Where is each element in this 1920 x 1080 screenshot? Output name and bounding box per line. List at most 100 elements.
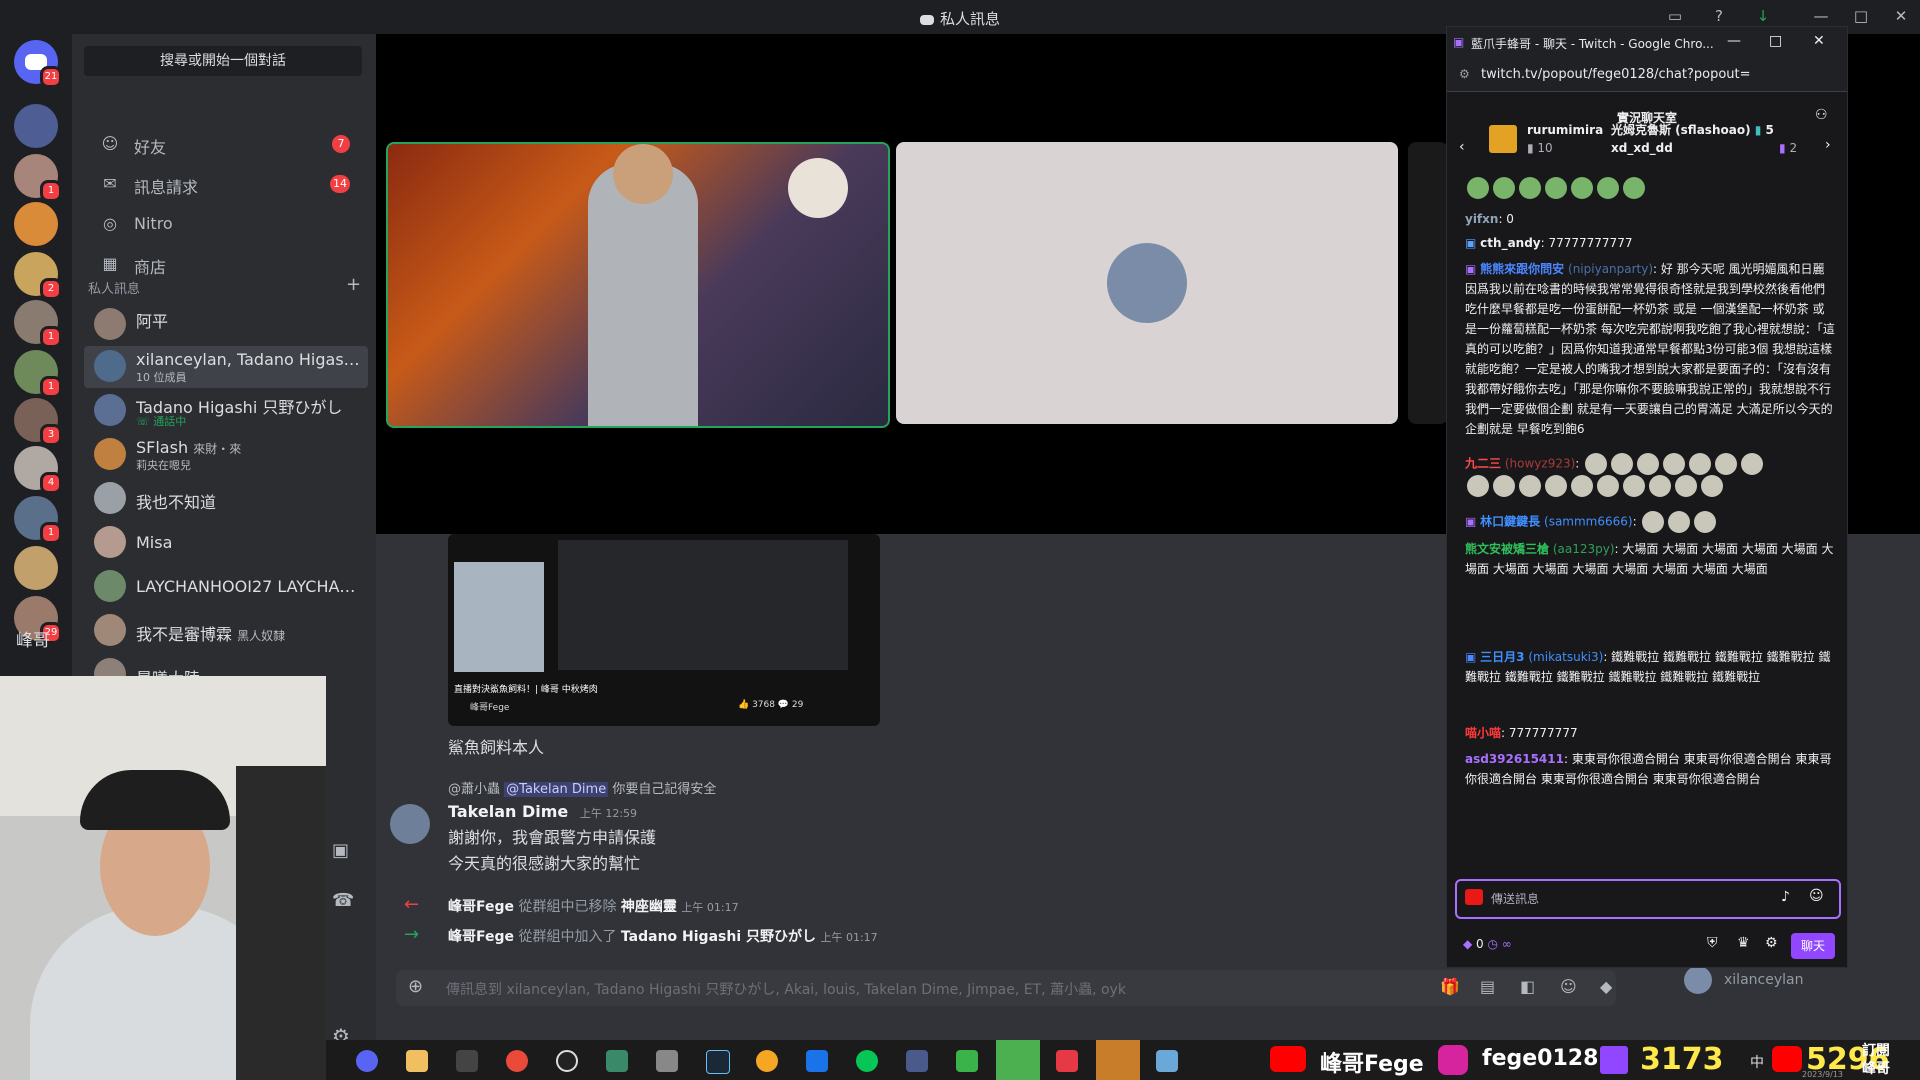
video-tile-avatar[interactable]	[896, 142, 1398, 424]
activity-icon[interactable]: ◆	[1600, 977, 1612, 996]
server-icon[interactable]: 3	[14, 398, 62, 446]
author-avatar[interactable]	[390, 804, 430, 844]
dm-item[interactable]: 我不是審博霖 黑人奴隸	[84, 610, 368, 652]
chat-username[interactable]: yifxn	[1465, 212, 1498, 226]
gifter-name[interactable]: xd_xd_dd	[1611, 141, 1673, 155]
server-icon[interactable]: 1	[14, 300, 62, 348]
server-icon[interactable]	[14, 546, 58, 590]
video-tile-streamer[interactable]	[386, 142, 890, 428]
dm-item[interactable]: 我也不知道	[84, 478, 368, 520]
server-icon[interactable]: 1	[14, 350, 62, 398]
dm-item[interactable]: Misa	[84, 522, 368, 564]
minimize-button[interactable]: —	[1810, 7, 1832, 27]
app-taskbar-icon[interactable]	[456, 1050, 478, 1072]
voice-user-avatar[interactable]	[1684, 966, 1712, 994]
dm-item-selected[interactable]: xilanceylan, Tadano Higashi ... 10 位成員	[84, 346, 368, 388]
server-icon[interactable]	[14, 202, 58, 246]
app-taskbar-icon[interactable]	[806, 1050, 828, 1072]
chat-username[interactable]: 三日月3	[1480, 650, 1524, 664]
system-target[interactable]: Tadano Higashi 只野ひがし	[621, 929, 816, 945]
server-icon[interactable]: 4	[14, 446, 62, 494]
chat-username[interactable]: cth_andy	[1480, 236, 1540, 250]
emoji-icon[interactable]: ☺	[1560, 977, 1577, 996]
chat-send-button[interactable]: 聊天	[1791, 933, 1835, 959]
system-actor[interactable]: 峰哥Fege	[448, 899, 514, 915]
dm-item[interactable]: SFlash 來財・來 莉央在嗯兒	[84, 434, 368, 476]
close-button[interactable]: ✕	[1890, 7, 1912, 27]
minimize-button[interactable]: —	[1727, 33, 1741, 49]
settings-gear-icon[interactable]: ⚙	[1765, 935, 1778, 951]
twitch-chat-input[interactable]: 傳送訊息 ♪ ☺	[1455, 879, 1841, 919]
maximize-button[interactable]: □	[1769, 33, 1782, 49]
app-active-taskbar-icon[interactable]	[1096, 1040, 1140, 1080]
app-taskbar-icon[interactable]	[1056, 1050, 1078, 1072]
nav-shop[interactable]: ▦ 商店	[84, 246, 364, 282]
system-actor[interactable]: 峰哥Fege	[448, 929, 514, 945]
channel-points[interactable]: ◆ 0 ◷ ∞	[1463, 937, 1512, 951]
chat-username[interactable]: 熊文安被矯三槍	[1465, 542, 1549, 556]
chat-username[interactable]: 林口鍵鍵長	[1480, 515, 1540, 529]
line-taskbar-icon[interactable]	[856, 1050, 878, 1072]
line-active-taskbar-icon[interactable]	[996, 1040, 1040, 1080]
shield-icon[interactable]: ⛨	[1707, 935, 1718, 951]
inbox-icon[interactable]: ▭	[1664, 7, 1686, 27]
maximize-button[interactable]: □	[1850, 7, 1872, 27]
nav-friends[interactable]: ☺ 好友 7	[84, 126, 364, 162]
obs-taskbar-icon[interactable]	[556, 1050, 578, 1072]
chevron-left-icon[interactable]: ‹	[1459, 139, 1465, 155]
bits-icon[interactable]: ♪	[1781, 889, 1790, 905]
mention-chip[interactable]: @Takelan Dime	[504, 782, 609, 797]
reply-preview[interactable]: @蕭小蟲 @Takelan Dime 你要自己記得安全	[448, 778, 716, 797]
users-icon[interactable]: ⚇	[1815, 107, 1828, 123]
gifter-entry[interactable]: 光姆克魯斯 (sflashoao) ▮ 5	[1611, 121, 1774, 138]
create-dm-button[interactable]: +	[346, 274, 361, 295]
add-attachment-icon[interactable]: ⊕	[408, 976, 423, 997]
embedded-screenshot[interactable]: 直播對決鯊魚飼料！| 峰哥 中秋烤肉 峰哥Fege 👍 3768 💬 29	[448, 534, 880, 726]
dm-item[interactable]: Tadano Higashi 只野ひがし ☏ 通話中	[84, 390, 368, 432]
voice-user-name[interactable]: xilanceylan	[1724, 972, 1803, 988]
site-info-icon[interactable]: ⚙	[1459, 67, 1470, 81]
gif-icon[interactable]: ▤	[1480, 977, 1495, 996]
discord-taskbar-icon[interactable]	[356, 1050, 378, 1072]
video-tile-partial[interactable]	[1408, 142, 1448, 424]
app-taskbar-icon[interactable]	[1156, 1050, 1178, 1072]
calculator-taskbar-icon[interactable]	[656, 1050, 678, 1072]
steam-taskbar-icon[interactable]	[706, 1050, 730, 1074]
app-taskbar-icon[interactable]	[756, 1050, 778, 1072]
chat-username[interactable]: asd392615411	[1465, 752, 1564, 766]
gifter-name[interactable]: rurumimira	[1527, 123, 1603, 137]
download-icon[interactable]: ↓	[1752, 7, 1774, 27]
sticker-icon[interactable]: ◧	[1520, 977, 1535, 996]
ime-indicator[interactable]: 中	[1750, 1052, 1764, 1072]
chat-username[interactable]: 熊熊來跟你問安	[1480, 262, 1564, 276]
chat-username[interactable]: 喵小喵	[1465, 726, 1501, 740]
app-taskbar-icon[interactable]	[906, 1050, 928, 1072]
home-button[interactable]: 21	[14, 40, 62, 88]
close-button[interactable]: ✕	[1813, 33, 1825, 49]
hat-icon[interactable]: ♛	[1737, 935, 1750, 951]
dm-item[interactable]: 阿平	[84, 304, 368, 346]
chat-username[interactable]: 九二三	[1465, 457, 1501, 471]
screen-share-icon[interactable]: ▣	[332, 840, 349, 861]
dm-item[interactable]: LAYCHANHOOI27 LAYCHANH...	[84, 566, 368, 608]
server-folder-label[interactable]: 峰哥	[16, 626, 50, 651]
search-input[interactable]: 搜尋或開始一個對話	[84, 46, 362, 76]
server-icon[interactable]: 1	[14, 496, 62, 544]
gift-icon[interactable]: 🎁	[1440, 977, 1460, 996]
emote-picker-icon[interactable]: ☺	[1809, 888, 1824, 904]
nav-message-requests[interactable]: ✉ 訊息請求 14	[84, 166, 364, 202]
address-bar[interactable]: ⚙ twitch.tv/popout/fege0128/chat?popout=	[1447, 57, 1847, 92]
server-icon[interactable]	[14, 104, 58, 148]
help-icon[interactable]: ?	[1708, 7, 1730, 27]
disconnect-icon[interactable]: ☎	[332, 890, 354, 911]
folder-taskbar-icon[interactable]	[406, 1050, 428, 1072]
server-icon[interactable]: 2	[14, 252, 62, 300]
system-target[interactable]: 神座幽靈	[621, 899, 677, 915]
chevron-right-icon[interactable]: ›	[1825, 137, 1831, 153]
app-taskbar-icon[interactable]	[956, 1050, 978, 1072]
nav-nitro[interactable]: ◎ Nitro	[84, 206, 364, 242]
server-icon[interactable]: 1	[14, 154, 62, 202]
message-composer[interactable]: ⊕ 傳訊息到 xilanceylan, Tadano Higashi 只野ひがし…	[396, 970, 1616, 1006]
app-taskbar-icon[interactable]	[606, 1050, 628, 1072]
author-name[interactable]: Takelan Dime	[448, 802, 568, 821]
